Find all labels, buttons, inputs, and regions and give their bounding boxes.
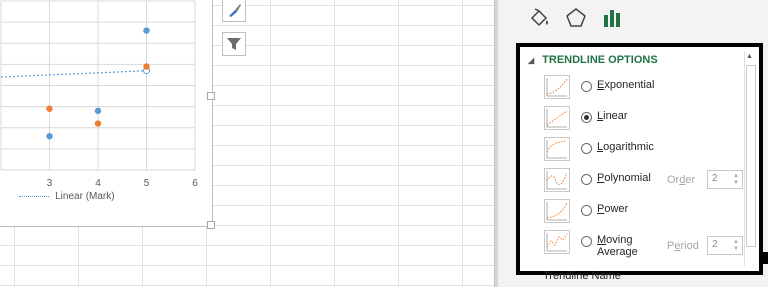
x-tick-label: 3 xyxy=(47,178,53,189)
trendline-type-thumbnail-icon xyxy=(544,75,570,99)
option-label[interactable]: Logarithmic xyxy=(597,141,654,153)
option-label[interactable]: Moving Average xyxy=(597,234,638,258)
radio-button[interactable] xyxy=(581,112,592,123)
trendline xyxy=(0,70,147,78)
effects-icon[interactable] xyxy=(564,6,588,30)
chart-legend: n Linear (Mark) xyxy=(0,191,115,202)
trendline-type-thumbnail-icon xyxy=(544,199,570,223)
order-label: Order xyxy=(667,174,696,186)
option-label[interactable]: Power xyxy=(597,203,628,215)
option-exponential[interactable]: Exponential xyxy=(544,75,754,99)
option-power[interactable]: Power xyxy=(544,199,754,223)
period-label: Period xyxy=(667,240,699,252)
option-label[interactable]: Linear xyxy=(597,110,628,122)
series-options-icon[interactable] xyxy=(600,6,624,30)
x-tick-label: 6 xyxy=(192,178,198,189)
data-point-series-1 xyxy=(94,107,102,115)
legend-entry-trendline: Linear (Mark) xyxy=(55,191,115,202)
scroll-up-icon[interactable]: ▲ xyxy=(746,53,753,60)
legend-trendline-swatch xyxy=(19,195,50,197)
fill-line-icon[interactable] xyxy=(528,6,552,30)
trendline-name-label: Trendline Name xyxy=(543,270,621,282)
option-polynomial[interactable]: Polynomial Order 2 ▲ ▼ xyxy=(544,168,754,192)
data-point-series-1 xyxy=(46,133,53,140)
radio-button[interactable] xyxy=(581,174,592,185)
option-label[interactable]: Polynomial xyxy=(597,172,651,184)
resize-handle-corner[interactable] xyxy=(207,221,215,229)
x-tick-label: 5 xyxy=(144,178,150,189)
radio-button[interactable] xyxy=(581,236,592,247)
chart-filters-button[interactable] xyxy=(222,32,246,56)
x-tick-label: 4 xyxy=(95,178,101,189)
trendline-type-thumbnail-icon xyxy=(544,168,570,192)
radio-button[interactable] xyxy=(581,143,592,154)
section-title: TRENDLINE OPTIONS xyxy=(542,54,658,66)
chart-area[interactable]: 3 4 5 6 n Linear (Mark) xyxy=(0,0,213,227)
collapse-triangle-icon: ◢ xyxy=(528,56,535,65)
scroll-down-block[interactable] xyxy=(760,252,768,264)
filter-icon xyxy=(227,38,241,50)
worksheet-grid[interactable]: 3 4 5 6 n Linear (Mark) xyxy=(0,0,497,287)
brush-icon xyxy=(229,4,241,17)
period-spinner[interactable]: 2 ▲ ▼ xyxy=(707,236,743,255)
chart-styles-button[interactable] xyxy=(222,0,246,22)
option-label[interactable]: Exponential xyxy=(597,79,655,91)
scroll-thumb[interactable] xyxy=(746,65,756,247)
resize-handle-right[interactable] xyxy=(207,92,215,100)
data-point-series-1 xyxy=(143,27,150,34)
section-header[interactable]: ◢ TRENDLINE OPTIONS xyxy=(528,54,658,66)
radio-button[interactable] xyxy=(581,205,592,216)
data-point-series-2 xyxy=(94,120,102,127)
option-moving[interactable]: Moving Average Period 2 ▲ ▼ xyxy=(544,230,754,258)
pane-scrollbar[interactable]: ▲ xyxy=(744,51,756,266)
data-point-series-2 xyxy=(46,105,53,112)
order-spinner[interactable]: 2 ▲ ▼ xyxy=(707,170,743,189)
trendline-type-thumbnail-icon xyxy=(544,106,570,130)
trendline-options-section: ◢ TRENDLINE OPTIONS Exponential Linear Loga… xyxy=(516,43,763,275)
trendline-type-thumbnail-icon xyxy=(544,137,570,161)
option-linear[interactable]: Linear xyxy=(544,106,754,130)
radio-button[interactable] xyxy=(581,81,592,92)
data-point-series-2 xyxy=(143,63,150,70)
format-trendline-pane: ◢ TRENDLINE OPTIONS Exponential Linear Loga… xyxy=(498,0,768,287)
option-logarithmic[interactable]: Logarithmic xyxy=(544,137,754,161)
trendline-type-thumbnail-icon xyxy=(544,230,570,254)
